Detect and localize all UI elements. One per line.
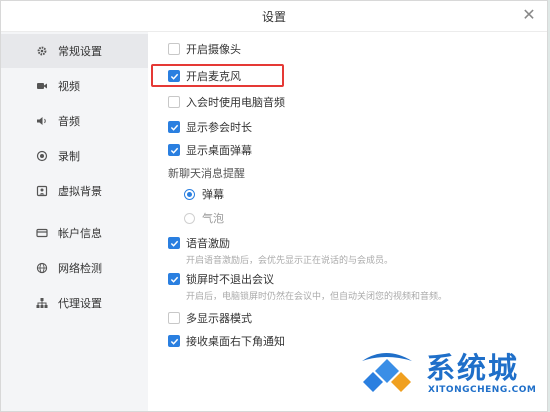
sidebar-item-label: 帐户信息 <box>58 227 102 240</box>
danmu-radio[interactable] <box>184 188 195 200</box>
option-label: 入会时使用电脑音频 <box>186 96 285 109</box>
sidebar-item-label: 录制 <box>58 150 80 163</box>
sidebar-item-account[interactable]: 帐户信息 <box>1 216 148 250</box>
show-danmu-option[interactable]: 显示桌面弹幕 <box>168 142 252 158</box>
sidebar-item-virtual-background[interactable]: 虚拟背景 <box>1 174 148 208</box>
option-label: 弹幕 <box>202 188 224 201</box>
msg-bubble-radio-option[interactable]: 气泡 <box>184 210 224 226</box>
watermark-logo-icon <box>362 353 412 392</box>
multi-display-option[interactable]: 多显示器模式 <box>168 310 252 326</box>
speaker-icon <box>35 114 49 128</box>
network-icon <box>35 296 49 310</box>
desktop-notify-checkbox[interactable] <box>168 335 180 347</box>
close-icon[interactable]: ✕ <box>521 7 537 23</box>
new-message-section-title: 新聊天消息提醒 <box>168 167 245 180</box>
sidebar-item-label: 虚拟背景 <box>58 185 102 198</box>
card-icon <box>35 226 49 240</box>
option-label: 显示参会时长 <box>186 121 252 134</box>
camera-option[interactable]: 开启摄像头 <box>168 41 241 57</box>
desktop-notify-option[interactable]: 接收桌面右下角通知 <box>168 333 285 349</box>
bubble-radio[interactable] <box>184 212 195 224</box>
site-watermark: 系统城 XITONGCHENG.COM <box>356 343 546 403</box>
sidebar-item-label: 视频 <box>58 80 80 93</box>
voice-excite-checkbox[interactable] <box>168 237 180 249</box>
sidebar-item-label: 网络检测 <box>58 262 102 275</box>
lock-screen-checkbox[interactable] <box>168 273 180 285</box>
sidebar-item-label: 常规设置 <box>58 45 102 58</box>
option-label: 显示桌面弹幕 <box>186 144 252 157</box>
window-title: 设置 <box>261 9 286 24</box>
option-label: 锁屏时不退出会议 <box>186 273 274 286</box>
check-icon <box>170 338 178 345</box>
sidebar-item-audio[interactable]: 音频 <box>1 104 148 138</box>
check-icon <box>170 147 178 154</box>
mic-highlight-box <box>151 64 284 87</box>
check-icon <box>170 276 178 283</box>
sidebar-item-record[interactable]: 录制 <box>1 139 148 173</box>
gear-icon <box>35 44 49 58</box>
sidebar-item-network-check[interactable]: 网络检测 <box>1 251 148 285</box>
show-duration-option[interactable]: 显示参会时长 <box>168 119 252 135</box>
multi-display-checkbox[interactable] <box>168 312 180 324</box>
check-icon <box>170 240 178 247</box>
title-bar: 设置 ✕ <box>1 1 547 32</box>
check-icon <box>170 124 178 131</box>
sidebar: 常规设置 视频 音频 录制 虚拟背景 帐户信息 网络检测 代理设置 <box>1 32 148 411</box>
portrait-icon <box>35 184 49 198</box>
sidebar-item-label: 音频 <box>58 115 80 128</box>
camera-checkbox[interactable] <box>168 43 180 55</box>
watermark-subtext: XITONGCHENG.COM <box>428 385 537 395</box>
voice-excite-description: 开启语音激励后，会优先显示正在说话的与会成员。 <box>186 256 394 266</box>
sidebar-item-video[interactable]: 视频 <box>1 69 148 103</box>
record-icon <box>35 149 49 163</box>
option-label: 气泡 <box>202 212 224 225</box>
sidebar-item-proxy[interactable]: 代理设置 <box>1 286 148 320</box>
pc-audio-option[interactable]: 入会时使用电脑音频 <box>168 94 285 110</box>
pc-audio-checkbox[interactable] <box>168 96 180 108</box>
voice-excite-option[interactable]: 语音激励 <box>168 235 230 251</box>
camera-icon <box>35 79 49 93</box>
watermark-text: 系统城 <box>426 351 520 385</box>
option-label: 开启摄像头 <box>186 43 241 56</box>
globe-icon <box>35 261 49 275</box>
option-label: 语音激励 <box>186 237 230 250</box>
sidebar-item-label: 代理设置 <box>58 297 102 310</box>
option-label: 接收桌面右下角通知 <box>186 335 285 348</box>
msg-danmu-radio-option[interactable]: 弹幕 <box>184 186 224 202</box>
show-danmu-checkbox[interactable] <box>168 144 180 156</box>
lock-screen-option[interactable]: 锁屏时不退出会议 <box>168 271 274 287</box>
sidebar-item-general[interactable]: 常规设置 <box>1 34 148 68</box>
show-duration-checkbox[interactable] <box>168 121 180 133</box>
lock-screen-description: 开启后，电脑锁屏时仍然在会议中，但自动关闭您的视频和音频。 <box>186 292 448 302</box>
option-label: 多显示器模式 <box>186 312 252 325</box>
